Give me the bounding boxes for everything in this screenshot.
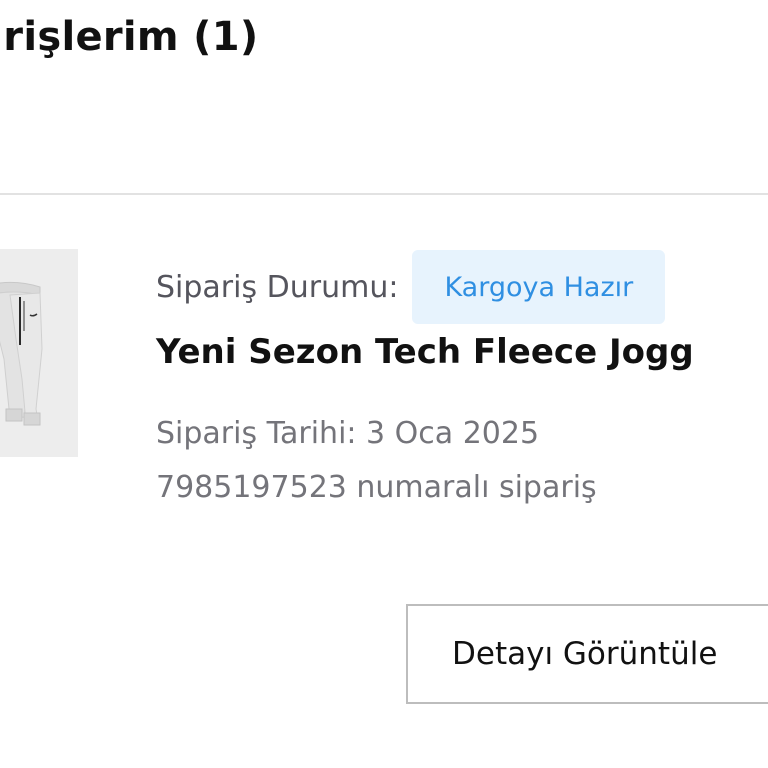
- order-date: Sipariş Tarihi: 3 Oca 2025: [156, 416, 540, 451]
- view-details-button[interactable]: Detayı Görüntüle: [406, 604, 768, 704]
- status-badge: Kargoya Hazır: [412, 250, 666, 324]
- page-title: arişlerim (1): [0, 14, 259, 60]
- product-name[interactable]: Yeni Sezon Tech Fleece Jogg: [156, 332, 694, 372]
- sweatpants-icon: [0, 281, 43, 426]
- status-label: Sipariş Durumu:: [156, 269, 399, 305]
- order-number: 7985197523 numaralı sipariş: [156, 470, 597, 505]
- sweatpants-product-image[interactable]: [0, 249, 78, 457]
- divider: [0, 193, 768, 195]
- order-status-row: Sipariş Durumu: Kargoya Hazır: [156, 250, 666, 324]
- orders-page: arişlerim (1) Sipariş Durumu: Kargoya Ha…: [0, 0, 768, 768]
